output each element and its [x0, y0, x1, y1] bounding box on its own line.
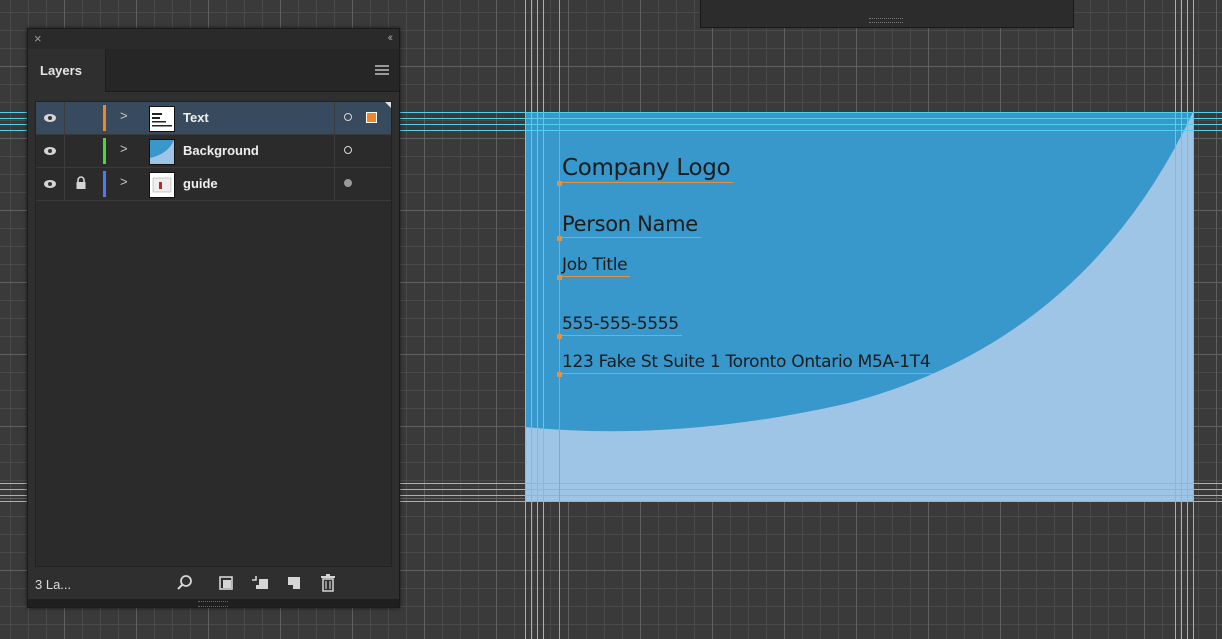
vertical-guide[interactable] [1187, 0, 1188, 639]
eye-icon[interactable] [40, 174, 60, 194]
panel-resize-grip[interactable] [869, 18, 903, 23]
lock-icon[interactable] [74, 175, 88, 191]
panel-menu-icon[interactable] [375, 65, 389, 75]
text-baseline [559, 237, 701, 238]
phone-text[interactable]: 555-555-5555 [557, 314, 682, 339]
collapse-icon[interactable]: ‹‹ [388, 32, 394, 44]
layer-row-guide[interactable]: > guide [36, 168, 391, 201]
chevron-right-icon[interactable]: > [120, 174, 128, 189]
tab-layers[interactable]: Layers [28, 49, 106, 92]
panel-tab-strip: Layers [28, 49, 399, 92]
panel-title-bar[interactable]: × ‹‹ [28, 29, 399, 49]
text-baseline [559, 276, 631, 277]
layer-color-bar [103, 171, 106, 197]
close-icon[interactable]: × [34, 31, 42, 46]
make-clipping-mask-icon[interactable] [216, 572, 236, 594]
eye-icon[interactable] [40, 108, 60, 128]
address-label: 123 Fake St Suite 1 Toronto Ontario M5A-… [562, 352, 931, 372]
layer-row-text[interactable]: > Text [36, 102, 391, 135]
vertical-guide[interactable] [543, 0, 544, 639]
new-layer-icon[interactable] [284, 572, 304, 594]
vertical-guide[interactable] [1175, 0, 1176, 639]
delete-icon[interactable] [318, 572, 338, 594]
column-divider [334, 135, 335, 167]
vertical-guide[interactable] [531, 0, 532, 639]
layer-count: 3 La... [35, 577, 72, 592]
selection-indicator[interactable] [366, 112, 377, 123]
tab-layers-label: Layers [40, 63, 82, 78]
target-icon[interactable] [344, 146, 352, 154]
layer-list: > Text > Background > guide [35, 101, 392, 567]
job-title-label: Job Title [562, 255, 628, 275]
column-divider [334, 102, 335, 134]
create-sublayer-icon[interactable] [250, 572, 270, 594]
layer-color-bar [103, 138, 106, 164]
layer-name[interactable]: guide [183, 176, 218, 191]
current-layer-indicator [385, 102, 391, 108]
column-divider [64, 135, 65, 167]
vertical-guide[interactable] [1193, 0, 1194, 639]
layer-color-bar [103, 105, 106, 131]
eye-icon[interactable] [40, 141, 60, 161]
text-baseline [559, 335, 682, 336]
vertical-guide[interactable] [1181, 0, 1182, 639]
target-icon[interactable] [344, 113, 352, 121]
text-baseline [559, 182, 734, 183]
text-guide-line[interactable] [559, 0, 560, 639]
vertical-guide[interactable] [525, 0, 526, 639]
person-name-text[interactable]: Person Name [557, 212, 701, 241]
phone-label: 555-555-5555 [562, 314, 679, 334]
chevron-right-icon[interactable]: > [120, 141, 128, 156]
layer-thumbnail [149, 172, 175, 198]
layer-thumbnail [149, 139, 175, 165]
column-divider [64, 102, 65, 134]
target-icon[interactable] [344, 179, 352, 187]
chevron-right-icon[interactable]: > [120, 108, 128, 123]
company-logo-label: Company Logo [562, 155, 731, 181]
vertical-guide[interactable] [537, 0, 538, 639]
layers-panel: × ‹‹ Layers > Text > Background > guide … [27, 28, 400, 608]
person-name-label: Person Name [562, 212, 698, 236]
column-divider [64, 168, 65, 200]
layer-thumbnail [149, 106, 175, 132]
layer-name[interactable]: Text [183, 110, 209, 125]
layer-name[interactable]: Background [183, 143, 259, 158]
company-logo-text[interactable]: Company Logo [557, 155, 734, 186]
panel-resize-grip[interactable] [28, 599, 399, 607]
layer-row-background[interactable]: > Background [36, 135, 391, 168]
address-text[interactable]: 123 Fake St Suite 1 Toronto Ontario M5A-… [557, 352, 934, 377]
search-icon[interactable] [175, 572, 195, 594]
top-dock-panel [700, 0, 1074, 28]
job-title-text[interactable]: Job Title [557, 255, 631, 280]
column-divider [334, 168, 335, 200]
text-baseline [559, 373, 934, 374]
panel-footer: 3 La... [28, 567, 399, 601]
